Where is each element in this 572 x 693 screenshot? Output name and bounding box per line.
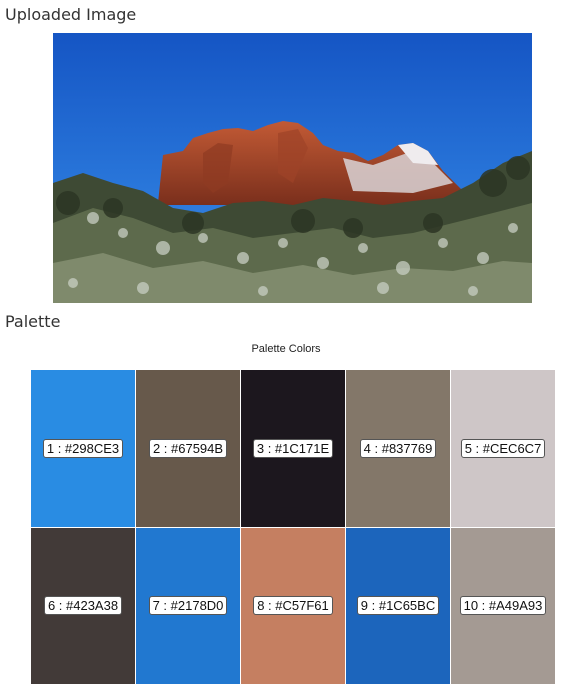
- palette-swatch-4: 4 : #837769: [346, 370, 450, 527]
- palette-swatch-7: 7 : #2178D0: [136, 527, 240, 684]
- palette-swatch-9: 9 : #1C65BC: [346, 527, 450, 684]
- uploaded-photo: [53, 33, 532, 303]
- palette-heading: Palette: [5, 312, 61, 331]
- palette-swatch-1: 1 : #298CE3: [31, 370, 135, 527]
- palette-swatch-label: 7 : #2178D0: [148, 596, 228, 616]
- palette-swatch-label: 6 : #423A38: [43, 596, 123, 616]
- palette-swatch-label: 8 : #C57F61: [253, 596, 333, 616]
- palette-swatch-2: 2 : #67594B: [136, 370, 240, 527]
- palette-swatch-5: 5 : #CEC6C7: [451, 370, 555, 527]
- palette-swatch-10: 10 : #A49A93: [451, 527, 555, 684]
- palette-swatch-label: 1 : #298CE3: [42, 438, 124, 458]
- palette-swatch-label: 10 : #A49A93: [459, 596, 547, 616]
- palette-caption: Palette Colors: [251, 343, 321, 355]
- palette-swatch-label: 5 : #CEC6C7: [460, 438, 546, 458]
- palette-swatch-label: 3 : #1C171E: [252, 438, 334, 458]
- uploaded-image-heading: Uploaded Image: [5, 5, 137, 24]
- palette-swatch-label: 2 : #67594B: [148, 438, 228, 458]
- palette-grid: 1 : #298CE3 2 : #67594B 3 : #1C171E 4 : #83…: [31, 370, 555, 684]
- palette-swatch-label: 9 : #1C65BC: [356, 596, 440, 616]
- palette-swatch-6: 6 : #423A38: [31, 527, 135, 684]
- palette-swatch-3: 3 : #1C171E: [241, 370, 345, 527]
- palette-swatch-label: 4 : #837769: [359, 438, 437, 458]
- palette-swatch-8: 8 : #C57F61: [241, 527, 345, 684]
